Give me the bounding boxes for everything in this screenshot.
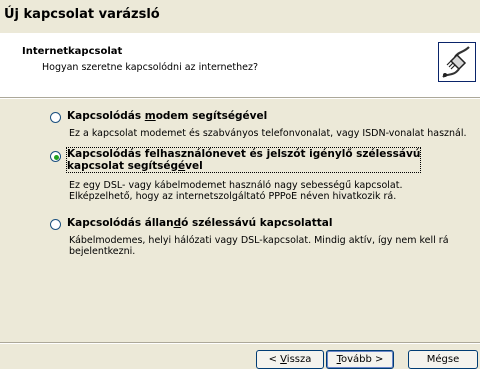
option-always-on-broadband-description: Kábelmodemes, helyi hálózati vagy DSL-ka… <box>69 235 449 257</box>
option-modem-label[interactable]: Kapcsolódás modem segítségével <box>67 110 267 122</box>
footer-divider-highlight <box>0 343 480 344</box>
next-button[interactable]: Tovább > <box>326 350 394 369</box>
network-cable-icon <box>438 42 476 82</box>
wizard-content: Kapcsolódás modem segítségével Ez a kapc… <box>0 99 480 342</box>
radio-broadband-pppoe[interactable] <box>50 151 61 162</box>
wizard-header: Internetkapcsolat Hogyan szeretne kapcso… <box>0 33 480 98</box>
cancel-button[interactable]: Mégse <box>408 350 478 369</box>
option-broadband-pppoe-description: Ez egy DSL- vagy kábelmodemet használó n… <box>69 180 403 202</box>
option-broadband-pppoe-label[interactable]: Kapcsolódás felhasználónevet és jelszót … <box>65 147 422 173</box>
option-always-on-broadband-label[interactable]: Kapcsolódás állandó szélessávú kapcsolat… <box>67 217 332 229</box>
title-bar: Új kapcsolat varázsló <box>0 0 480 32</box>
header-title: Internetkapcsolat <box>22 46 123 57</box>
radio-selected-dot <box>54 155 59 160</box>
option-modem[interactable]: Kapcsolódás modem segítségével Ez a kapc… <box>50 109 470 149</box>
back-button[interactable]: < Vissza <box>256 350 324 369</box>
option-always-on-broadband[interactable]: Kapcsolódás állandó szélessávú kapcsolat… <box>50 216 470 266</box>
header-subtitle: Hogyan szeretne kapcsolódni az interneth… <box>42 62 259 73</box>
window-title: Új kapcsolat varázsló <box>4 7 160 22</box>
option-broadband-pppoe[interactable]: Kapcsolódás felhasználónevet és jelszót … <box>50 147 470 208</box>
radio-always-on-broadband[interactable] <box>50 219 61 230</box>
option-modem-description: Ez a kapcsolat modemet és szabványos tel… <box>69 128 467 139</box>
radio-modem[interactable] <box>50 112 61 123</box>
